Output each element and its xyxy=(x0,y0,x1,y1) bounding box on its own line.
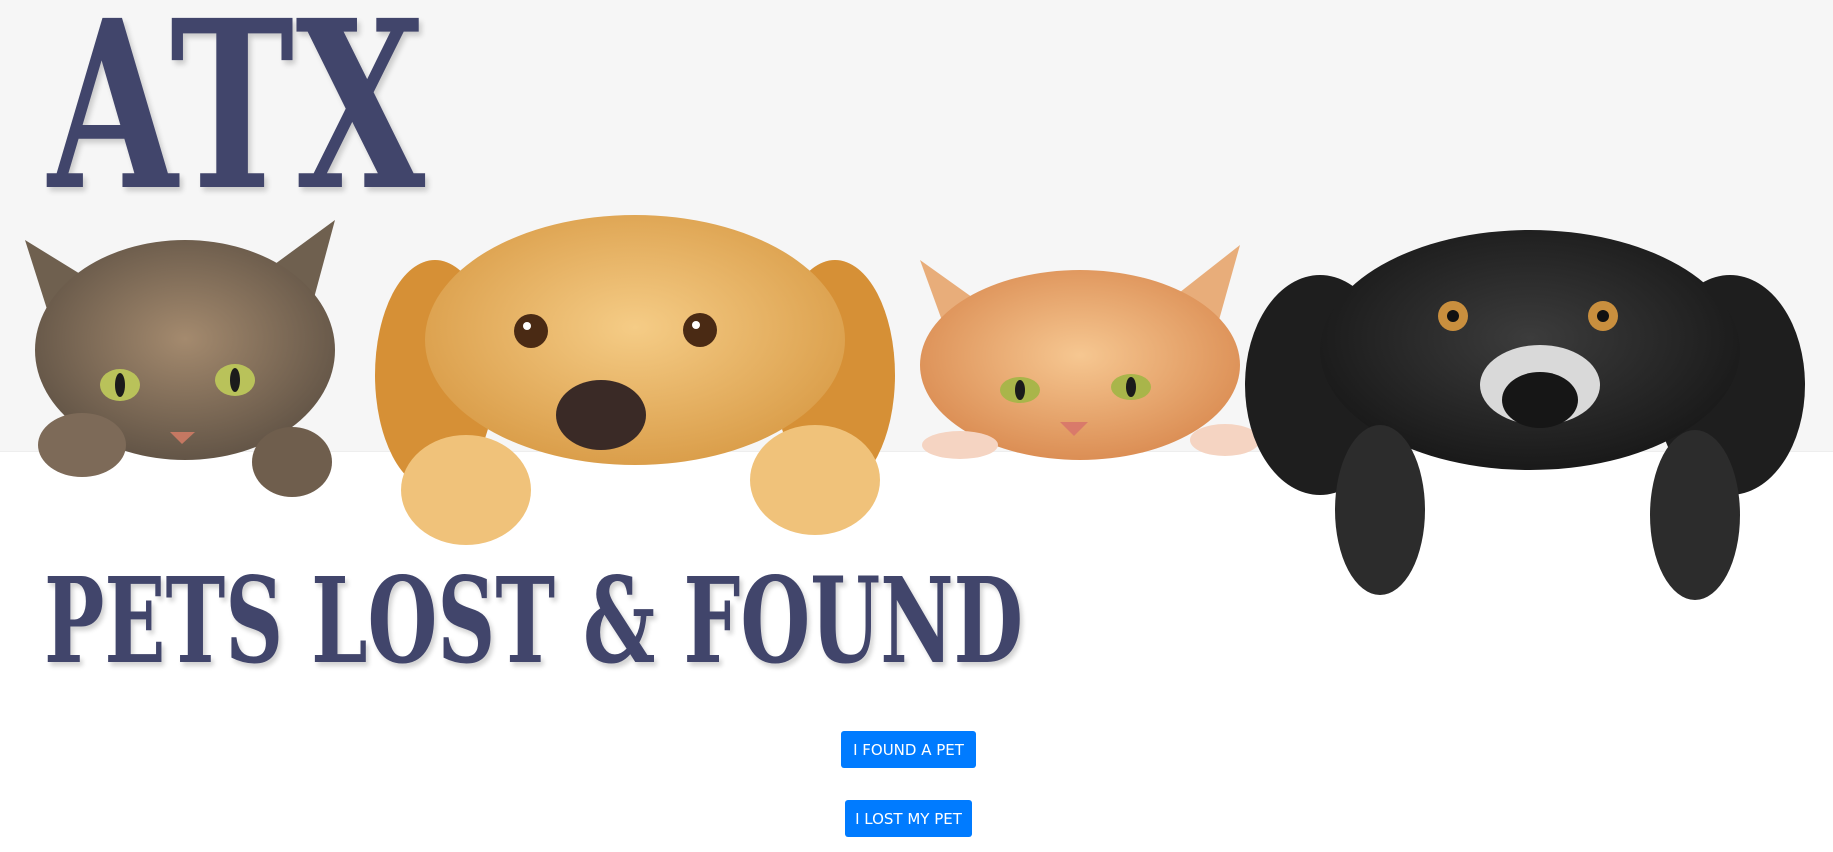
golden-retriever-figure xyxy=(375,215,895,545)
lost-pet-button[interactable]: I LOST MY PET xyxy=(845,800,972,837)
black-dog-figure xyxy=(1245,230,1805,600)
landing-page: ATX PETS LOST & FOUND I FOUND A PET I LO… xyxy=(0,0,1833,852)
pets-peeking-image xyxy=(25,215,1805,600)
brand-title: ATX xyxy=(48,0,427,242)
found-pet-button[interactable]: I FOUND A PET xyxy=(841,731,976,768)
ginger-cat-figure xyxy=(920,245,1260,460)
tabby-cat-figure xyxy=(25,220,335,497)
brand-subtitle: PETS LOST & FOUND xyxy=(44,551,1024,690)
